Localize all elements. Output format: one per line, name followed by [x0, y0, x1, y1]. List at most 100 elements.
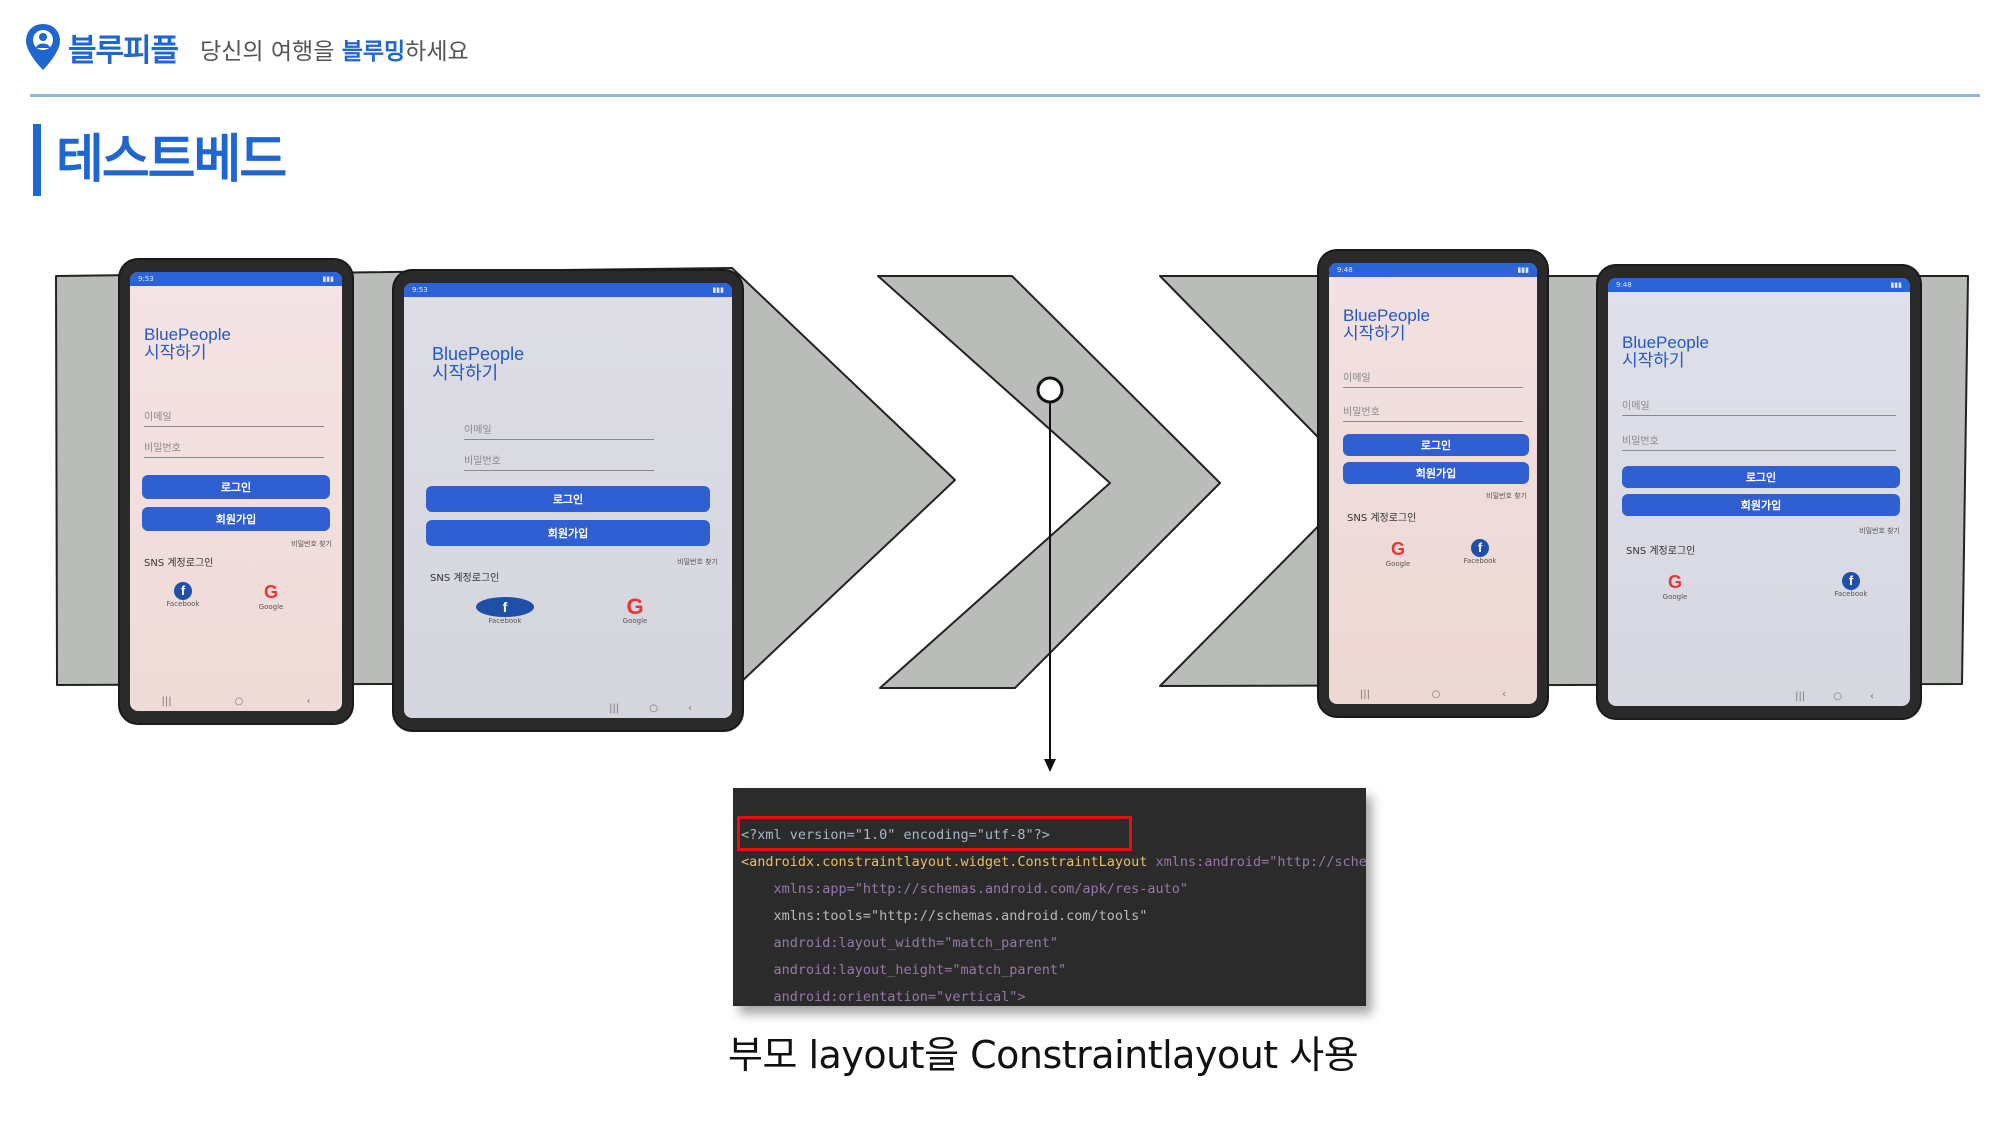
app-title: BluePeople 시작하기	[1622, 334, 1709, 370]
nav-bar: ||| ○ ‹	[130, 696, 342, 707]
code-line-4: xmlns:tools="http://schemas.android.com/…	[741, 908, 1148, 924]
google-icon: G	[1390, 539, 1405, 559]
sns-label-1: Facebook	[166, 600, 200, 608]
app-title-line1: BluePeople	[432, 344, 525, 364]
code-line-7: android:orientation="vertical">	[741, 989, 1026, 1005]
back-icon[interactable]: ‹	[1502, 689, 1506, 700]
password-field[interactable]: 비밀번호	[464, 452, 654, 471]
code-line-5: android:layout_width="match_parent"	[741, 935, 1058, 951]
signup-button[interactable]: 회원가입	[1343, 462, 1529, 484]
home-icon[interactable]: ○	[1833, 691, 1842, 702]
sns-button-2[interactable]: f Facebook	[1457, 539, 1503, 565]
phone-2-screen: 9:53 ▮▮▮ BluePeople 시작하기 이메일 비밀번호 로그인 회원가…	[404, 283, 732, 718]
password-field[interactable]: 비밀번호	[1343, 403, 1523, 422]
recent-apps-icon[interactable]: |||	[609, 703, 619, 714]
sns-button-2[interactable]: G Google	[600, 594, 670, 626]
sns-label-1: Facebook	[488, 617, 522, 625]
status-time: 9:53	[138, 275, 154, 283]
facebook-icon: f	[476, 597, 534, 617]
find-password-link[interactable]: 비밀번호 찾기	[1859, 526, 1900, 536]
signal-icon: ▮▮▮	[322, 275, 334, 283]
sns-button-1[interactable]: f Facebook	[160, 582, 206, 608]
status-bar: 9:53 ▮▮▮	[130, 272, 342, 286]
email-field[interactable]: 이메일	[464, 421, 654, 440]
sns-label-2: Facebook	[1463, 557, 1497, 565]
code-line-6: android:layout_height="match_parent"	[741, 962, 1067, 978]
password-field[interactable]: 비밀번호	[144, 439, 324, 458]
phone-3-screen: 9:48 ▮▮▮ BluePeople 시작하기 이메일 비밀번호 로그인 회원가…	[1329, 263, 1537, 704]
phone-1: 9:53 ▮▮▮ BluePeople 시작하기 이메일 비밀번호 로그인 회원가…	[120, 260, 352, 723]
app-title-line2: 시작하기	[432, 362, 499, 383]
phone-3: 9:48 ▮▮▮ BluePeople 시작하기 이메일 비밀번호 로그인 회원가…	[1319, 251, 1547, 716]
code-line-2: <androidx.constraintlayout.widget.Constr…	[741, 849, 1366, 876]
email-field[interactable]: 이메일	[144, 408, 324, 427]
nav-bar: ||| ○ ‹	[404, 703, 732, 714]
sns-label-1: Google	[1662, 593, 1688, 601]
back-icon[interactable]: ‹	[1870, 691, 1874, 702]
find-password-link[interactable]: 비밀번호 찾기	[1486, 491, 1527, 501]
status-time: 9:53	[412, 286, 428, 294]
login-button[interactable]: 로그인	[142, 475, 330, 499]
code-line-2-rest: xmlns:android="http://schemas	[1155, 854, 1366, 870]
app-title-line2: 시작하기	[1622, 350, 1685, 370]
facebook-icon: f	[1471, 539, 1489, 557]
sns-button-1[interactable]: G Google	[1375, 539, 1421, 568]
app-title-line1: BluePeople	[144, 325, 231, 344]
constraintlayout-highlight-box	[737, 816, 1132, 851]
login-button[interactable]: 로그인	[426, 486, 710, 512]
phone-4-screen: 9:48 ▮▮▮ BluePeople 시작하기 이메일 비밀번호 로그인 회원가…	[1608, 278, 1910, 706]
app-title-line2: 시작하기	[144, 342, 207, 362]
status-bar: 9:53 ▮▮▮	[404, 283, 732, 297]
recent-apps-icon[interactable]: |||	[162, 696, 172, 707]
sns-label-1: Google	[1385, 560, 1411, 568]
home-icon[interactable]: ○	[235, 696, 244, 707]
back-icon[interactable]: ‹	[688, 703, 692, 714]
sns-label-2: Facebook	[1834, 590, 1868, 598]
status-bar: 9:48 ▮▮▮	[1608, 278, 1910, 292]
home-icon[interactable]: ○	[649, 703, 658, 714]
sns-login-label: SNS 계정로그인	[144, 558, 214, 569]
google-icon: G	[626, 594, 644, 619]
google-icon: G	[263, 582, 278, 602]
signal-icon: ▮▮▮	[712, 286, 724, 294]
email-field[interactable]: 이메일	[1622, 397, 1896, 416]
signup-button[interactable]: 회원가입	[1622, 494, 1900, 516]
recent-apps-icon[interactable]: |||	[1795, 691, 1805, 702]
app-title: BluePeople 시작하기	[1343, 307, 1430, 343]
nav-bar: ||| ○ ‹	[1608, 691, 1910, 702]
sns-label-2: Google	[622, 617, 648, 625]
sns-login-label: SNS 계정로그인	[430, 573, 500, 584]
phone-2: 9:53 ▮▮▮ BluePeople 시작하기 이메일 비밀번호 로그인 회원가…	[394, 271, 742, 730]
find-password-link[interactable]: 비밀번호 찾기	[291, 539, 332, 549]
code-line-3: xmlns:app="http://schemas.android.com/ap…	[741, 881, 1189, 897]
sns-label-2: Google	[258, 603, 284, 611]
back-icon[interactable]: ‹	[306, 696, 310, 707]
signup-button[interactable]: 회원가입	[426, 520, 710, 546]
connector-arrowhead	[1044, 759, 1056, 772]
app-title-line2: 시작하기	[1343, 323, 1406, 343]
email-field[interactable]: 이메일	[1343, 369, 1523, 388]
caption: 부모 layout을 Constraintlayout 사용	[728, 1033, 1359, 1077]
facebook-icon: f	[1842, 572, 1860, 590]
password-field[interactable]: 비밀번호	[1622, 432, 1896, 451]
sns-button-2[interactable]: f Facebook	[1826, 572, 1876, 598]
sns-button-1[interactable]: G Google	[1650, 572, 1700, 601]
google-icon: G	[1667, 572, 1682, 592]
sns-login-label: SNS 계정로그인	[1626, 546, 1696, 557]
status-time: 9:48	[1337, 266, 1353, 274]
login-button[interactable]: 로그인	[1622, 466, 1900, 488]
facebook-icon: f	[174, 582, 192, 600]
app-title-line1: BluePeople	[1343, 306, 1430, 325]
login-button[interactable]: 로그인	[1343, 434, 1529, 456]
recent-apps-icon[interactable]: |||	[1360, 689, 1370, 700]
find-password-link[interactable]: 비밀번호 찾기	[677, 557, 718, 567]
connector-dot	[1036, 376, 1064, 404]
signup-button[interactable]: 회원가입	[142, 507, 330, 531]
app-title: BluePeople 시작하기	[144, 326, 231, 362]
sns-button-1[interactable]: f Facebook	[470, 597, 540, 625]
home-icon[interactable]: ○	[1432, 689, 1441, 700]
code-root-tag: <androidx.constraintlayout.widget.Constr…	[741, 854, 1148, 870]
sns-button-2[interactable]: G Google	[248, 582, 294, 611]
signal-icon: ▮▮▮	[1517, 266, 1529, 274]
app-title-line1: BluePeople	[1622, 333, 1709, 352]
